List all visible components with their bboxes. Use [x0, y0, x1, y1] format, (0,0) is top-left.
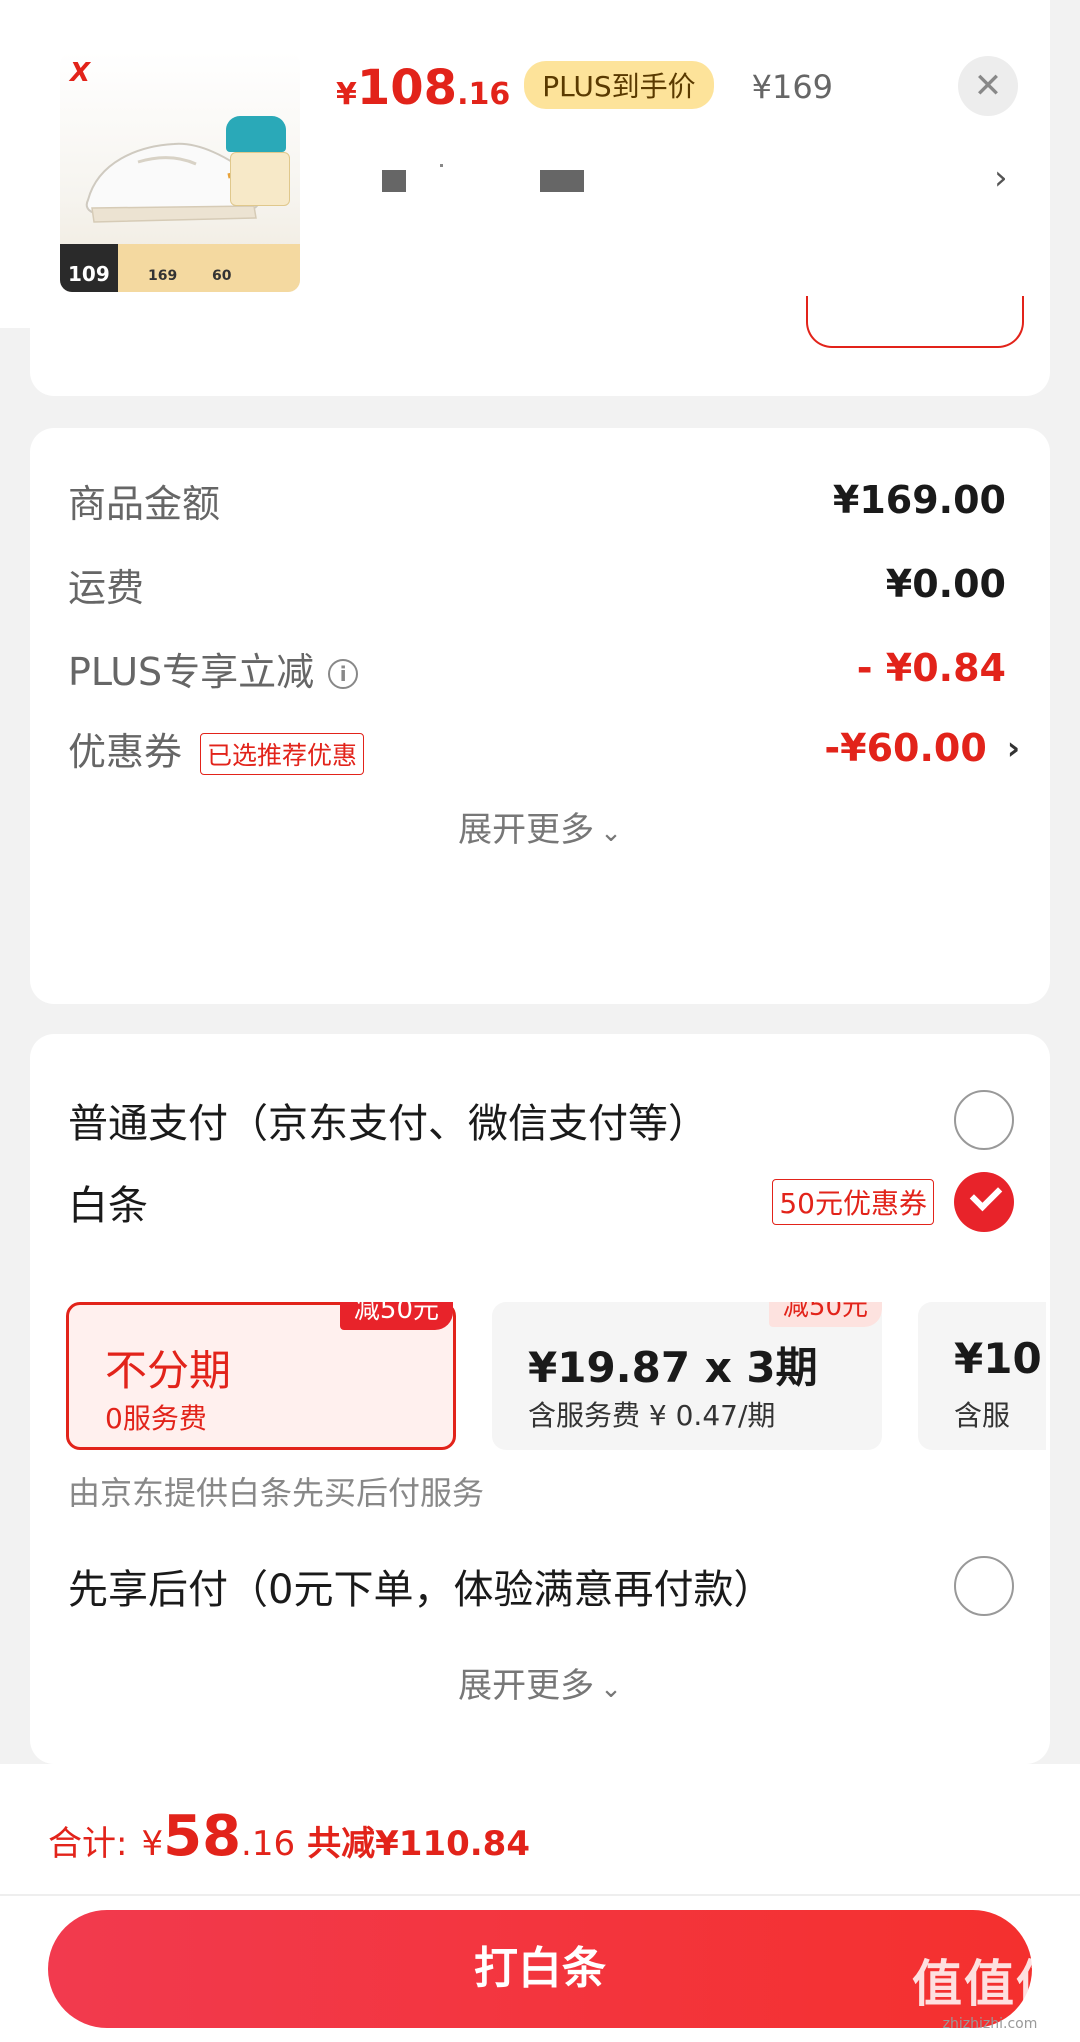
plan-title: 不分期: [105, 1346, 232, 1395]
watermark-logo: 值值值: [912, 1955, 1068, 2013]
price-integer: 108: [356, 60, 458, 116]
original-price: ¥169: [751, 68, 834, 106]
total-decimal: .16: [241, 1824, 296, 1864]
coupon-tag: 50元优惠券: [772, 1179, 934, 1225]
radio-button[interactable]: [954, 1556, 1014, 1616]
summary-label: 运费: [68, 565, 145, 610]
brand-logo: X: [70, 58, 91, 88]
price-decimal: .16: [457, 77, 511, 112]
plan-subtitle: 含服: [954, 1399, 1011, 1432]
payment-option-label: 白条: [68, 1183, 148, 1229]
summary-row-goods: 商品金额 ¥169.00: [68, 470, 1006, 530]
summary-label: 商品金额: [68, 481, 221, 526]
total-saved: 共减¥110.84: [307, 1824, 530, 1864]
expand-more-link[interactable]: 展开更多 ⌄: [30, 802, 1050, 851]
expand-more-label: 展开更多: [458, 810, 595, 850]
product-thumbnail[interactable]: X 109 169 60: [60, 52, 300, 292]
payment-option-normal[interactable]: 普通支付（京东支付、微信支付等）: [68, 1088, 1014, 1152]
radio-button[interactable]: [954, 1090, 1014, 1150]
baitiao-provider-note: 由京东提供白条先买后付服务: [68, 1474, 485, 1512]
strip-price: 109: [68, 262, 110, 286]
payment-option-baitiao[interactable]: 白条 50元优惠券: [68, 1170, 1014, 1234]
total-integer: 58: [163, 1804, 242, 1869]
summary-row-shipping: 运费 ¥0.00: [68, 554, 1006, 614]
partial-button[interactable]: [806, 296, 1024, 348]
installment-plans: 减50元 不分期 0服务费 减50元 ¥19.87 x 3期 含服务费 ¥ 0.…: [66, 1302, 1046, 1454]
summary-label: PLUS专享立减: [68, 649, 315, 694]
summary-label-wrap: 优惠券 已选推荐优惠: [68, 721, 365, 776]
current-price: ¥108.16: [336, 60, 510, 116]
pay-baitiao-button[interactable]: 打白条: [48, 1910, 1032, 2028]
redacted-dot: [440, 164, 443, 167]
plan-subtitle: 0服务费: [105, 1402, 207, 1435]
redacted-block: [540, 170, 584, 192]
watermark-url: zhizhizhi.com: [942, 2016, 1038, 2032]
chevron-down-icon: ⌄: [600, 1674, 622, 1704]
summary-label: 优惠券: [68, 729, 183, 774]
plan-more-installments[interactable]: ¥10 含服: [918, 1302, 1046, 1450]
payment-option-label: 先享后付（0元下单，体验满意再付款）: [68, 1567, 774, 1613]
summary-label-wrap: PLUS专享立减 i: [68, 641, 359, 696]
pay-bar: 打白条 值值值 zhizhizhi.com: [0, 1896, 1080, 2042]
partial-card: [30, 296, 1050, 396]
chevron-down-icon: ⌄: [600, 818, 622, 848]
close-icon: ✕: [973, 66, 1003, 106]
payment-option-pay-later[interactable]: 先享后付（0元下单，体验满意再付款）: [68, 1554, 1014, 1618]
check-icon[interactable]: [954, 1172, 1014, 1232]
payment-card: 普通支付（京东支付、微信支付等） 白条 50元优惠券 减50元 不分期 0服务费…: [30, 1034, 1050, 1764]
total-label: 合计:: [48, 1824, 128, 1864]
plan-no-installment[interactable]: 减50元 不分期 0服务费: [66, 1302, 456, 1450]
product-header: X 109 169 60 ¥108.16 PLUS到手价 ¥169 ✕ ›: [0, 0, 1050, 328]
summary-value: ¥0.00: [885, 562, 1006, 606]
redacted-block: [382, 170, 406, 192]
watermark: 值值值 zhizhizhi.com: [912, 1944, 1068, 2032]
promo-sticker: [230, 152, 290, 206]
plus-price-tag: PLUS到手价: [524, 61, 714, 109]
close-button[interactable]: ✕: [958, 56, 1018, 116]
strip-value-b: 60: [212, 268, 232, 284]
plan-subtitle: 含服务费 ¥ 0.47/期: [528, 1399, 776, 1432]
plan-badge: 减50元: [768, 1302, 882, 1327]
chevron-right-icon[interactable]: ›: [994, 158, 1008, 198]
shoe-accent: [226, 116, 286, 152]
expand-more-label: 展开更多: [458, 1666, 595, 1706]
total-amount: 合计: ¥ 58 .16 共减¥110.84: [48, 1804, 530, 1869]
total-symbol: ¥: [141, 1824, 164, 1864]
plan-title: ¥10: [954, 1334, 1042, 1383]
coupon-value-wrap: -¥60.00 ›: [824, 726, 1020, 770]
total-bar: 合计: ¥ 58 .16 共减¥110.84: [0, 1764, 1080, 1894]
plan-3-installments[interactable]: 减50元 ¥19.87 x 3期 含服务费 ¥ 0.47/期: [492, 1302, 882, 1450]
chevron-right-icon: ›: [1006, 729, 1020, 767]
payment-option-label: 普通支付（京东支付、微信支付等）: [68, 1101, 708, 1147]
summary-value: - ¥0.84: [856, 646, 1006, 690]
price-symbol: ¥: [336, 77, 357, 112]
summary-row-coupon[interactable]: 优惠券 已选推荐优惠 -¥60.00 ›: [68, 718, 1020, 778]
price-summary-card: 商品金额 ¥169.00 运费 ¥0.00 PLUS专享立减 i - ¥0.84 …: [30, 428, 1050, 1004]
plan-badge: 减50元: [339, 1302, 453, 1330]
summary-value: ¥169.00: [832, 478, 1006, 522]
plan-title: ¥19.87 x 3期: [528, 1343, 818, 1392]
strip-value-a: 169: [148, 268, 178, 284]
summary-row-plus-discount: PLUS专享立减 i - ¥0.84: [68, 638, 1006, 698]
info-icon[interactable]: i: [328, 659, 359, 689]
price-row: ¥108.16 PLUS到手价 ¥169: [336, 60, 833, 117]
summary-value: -¥60.00: [824, 726, 987, 770]
coupon-selected-tag: 已选推荐优惠: [200, 733, 365, 775]
expand-more-link[interactable]: 展开更多 ⌄: [30, 1658, 1050, 1707]
baitiao-right: 50元优惠券: [772, 1172, 1014, 1232]
